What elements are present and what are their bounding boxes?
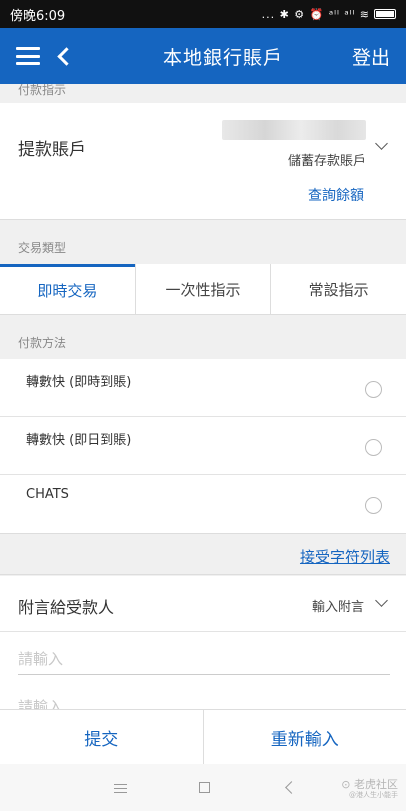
menu-nav-icon[interactable] (114, 784, 127, 793)
section-label-transaction-type: 交易類型 (0, 238, 406, 264)
transaction-type-tabs: 即時交易 一次性指示 常設指示 (0, 264, 406, 315)
watermark-sub: @港人生小能手 (349, 791, 398, 800)
battery-icon (374, 9, 396, 19)
tab-standing[interactable]: 常設指示 (270, 264, 406, 314)
back-icon[interactable] (57, 46, 76, 66)
account-label: 提款賬戶 (18, 140, 86, 160)
withdrawal-account-row[interactable]: 提款賬戶 儲蓄存款賬戶 查詢餘額 (0, 103, 406, 220)
system-nav-bar: ⊙ 老虎社区 @港人生小能手 (0, 764, 406, 811)
menu-icon[interactable] (16, 47, 40, 65)
payment-method-label: CHATS (26, 487, 69, 502)
page-title: 本地銀行賬戶 (162, 46, 283, 69)
radio-button[interactable] (365, 497, 382, 514)
radio-button[interactable] (365, 381, 382, 398)
header-left (0, 46, 110, 66)
account-type: 儲蓄存款賬戶 (287, 154, 366, 169)
message-to-payee-row[interactable]: 附言給受款人 輸入附言 (0, 576, 406, 632)
radio-button[interactable] (365, 439, 382, 456)
message-section: 附言給受款人 輸入附言 (0, 576, 406, 723)
payment-method-option[interactable]: 轉數快 (即時到賬) (0, 359, 406, 417)
watermark-main: ⊙ 老虎社区 (341, 778, 398, 791)
home-nav-icon[interactable] (199, 782, 210, 793)
tab-instant[interactable]: 即時交易 (0, 264, 135, 314)
accepted-characters-link[interactable]: 接受字符列表 (300, 546, 390, 567)
section-label-payment-method: 付款方法 (0, 332, 406, 359)
query-balance-link[interactable]: 查詢餘額 (308, 185, 364, 205)
message-value: 輸入附言 (311, 600, 364, 615)
payment-method-option[interactable]: CHATS (0, 475, 406, 533)
status-icons: ... ✱ ⚙ ⏰ ᵃˡˡ ᵃˡˡ ≋ (262, 8, 396, 21)
message-input-1[interactable] (18, 644, 390, 675)
chevron-down-icon[interactable] (375, 594, 388, 607)
status-time: 傍晚6:09 (10, 8, 66, 24)
back-nav-icon[interactable] (285, 781, 298, 794)
reset-button[interactable]: 重新輸入 (202, 710, 406, 764)
logout-button[interactable]: 登出 (336, 43, 406, 70)
submit-button[interactable]: 提交 (0, 710, 203, 764)
charset-bar: 接受字符列表 (0, 533, 406, 575)
payment-method-label: 轉數快 (即日到賬) (26, 433, 132, 448)
watermark: ⊙ 老虎社区 @港人生小能手 (341, 778, 398, 800)
masked-account-number (222, 120, 366, 140)
status-bar: 傍晚6:09 ... ✱ ⚙ ⏰ ᵃˡˡ ᵃˡˡ ≋ (0, 0, 406, 28)
chevron-down-icon[interactable] (375, 137, 388, 150)
tab-one-time[interactable]: 一次性指示 (134, 264, 271, 314)
payment-method-option[interactable]: 轉數快 (即日到賬) (0, 417, 406, 475)
payment-method-list: 轉數快 (即時到賬) 轉數快 (即日到賬) CHATS (0, 359, 406, 533)
bottom-actions: 提交 重新輸入 (0, 709, 406, 764)
signal-icons: ... ✱ ⚙ ⏰ ᵃˡˡ ᵃˡˡ ≋ (261, 7, 370, 21)
app-header: 本地銀行賬戶 登出 (0, 28, 406, 84)
section-label-payment-instruction: 付款指示 (0, 84, 406, 103)
message-label: 附言給受款人 (18, 598, 115, 617)
payment-method-label: 轉數快 (即時到賬) (26, 375, 132, 390)
